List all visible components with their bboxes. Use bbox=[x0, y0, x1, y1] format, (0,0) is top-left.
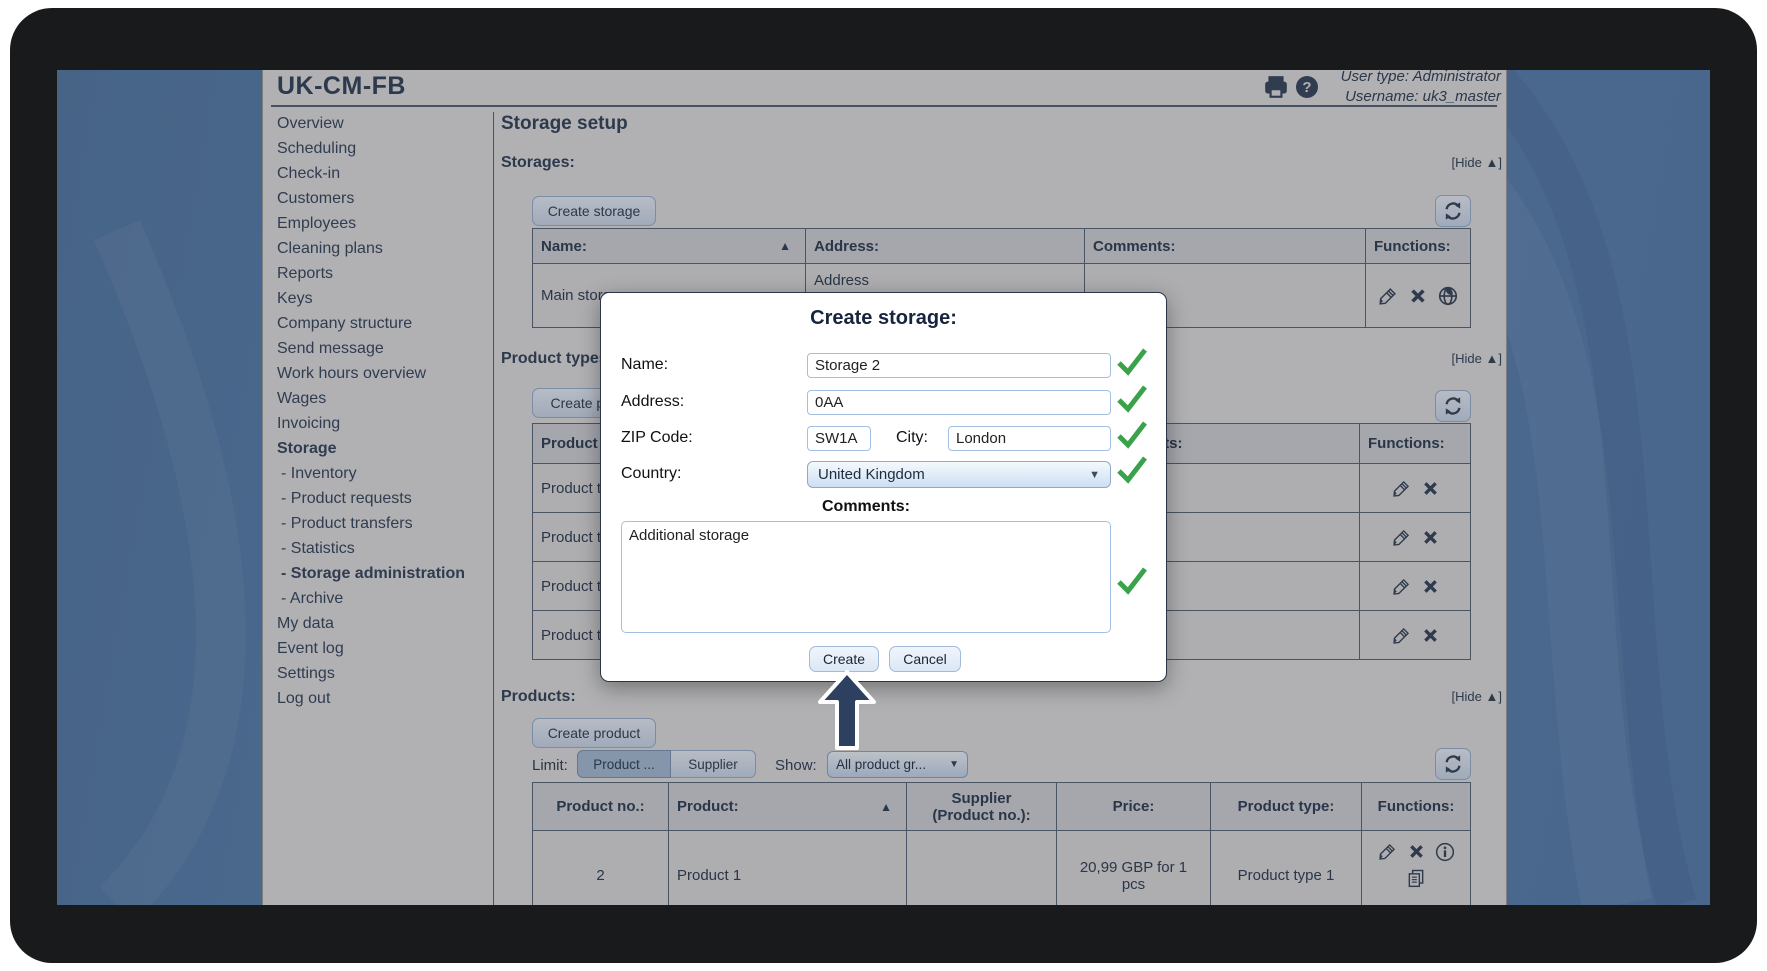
dropdown-arrow-icon: ▼ bbox=[1089, 469, 1100, 481]
name-label: Name: bbox=[621, 356, 668, 374]
zip-valid-check-icon bbox=[1115, 419, 1149, 449]
comments-valid-check-icon bbox=[1115, 565, 1149, 595]
modal-cancel-button[interactable]: Cancel bbox=[889, 646, 961, 672]
zip-label: ZIP Code: bbox=[621, 429, 693, 447]
country-valid-check-icon bbox=[1115, 454, 1149, 484]
modal-title: Create storage: bbox=[601, 307, 1166, 330]
address-label: Address: bbox=[621, 393, 684, 411]
screenshot-canvas: UK-CM-FB ? User type: Administrator User… bbox=[0, 0, 1767, 971]
app-window: UK-CM-FB ? User type: Administrator User… bbox=[57, 70, 1710, 905]
city-label: City: bbox=[896, 429, 928, 447]
pointer-arrow-icon bbox=[815, 668, 879, 752]
zip-input[interactable] bbox=[807, 426, 871, 451]
comments-label: Comments: bbox=[621, 498, 1111, 516]
monitor-bezel: UK-CM-FB ? User type: Administrator User… bbox=[10, 8, 1757, 963]
address-input[interactable] bbox=[807, 390, 1111, 415]
country-dropdown[interactable]: United Kingdom ▼ bbox=[807, 461, 1111, 488]
address-valid-check-icon bbox=[1115, 383, 1149, 413]
name-input[interactable] bbox=[807, 353, 1111, 378]
create-storage-modal: Create storage: Name: Address: ZIP Code:… bbox=[600, 292, 1167, 682]
comments-textarea[interactable]: Additional storage bbox=[621, 521, 1111, 633]
city-input[interactable] bbox=[948, 426, 1111, 451]
country-label: Country: bbox=[621, 465, 681, 483]
name-valid-check-icon bbox=[1115, 346, 1149, 376]
